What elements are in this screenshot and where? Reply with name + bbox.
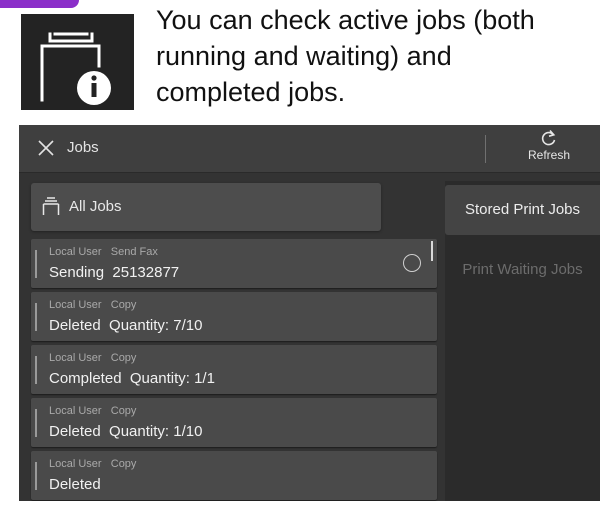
job-meta: Local User Send Fax — [49, 246, 158, 258]
job-list-scrollbar[interactable] — [431, 241, 433, 261]
top-accent-tab — [0, 0, 79, 8]
print-waiting-jobs-tab: Print Waiting Jobs — [462, 261, 583, 278]
job-row[interactable]: Local User Copy Deleted Quantity: 7/10 — [31, 292, 437, 341]
job-row[interactable]: Local User Copy Completed Quantity: 1/1 — [31, 345, 437, 394]
job-row[interactable]: Local User Copy Deleted — [31, 451, 437, 500]
in-progress-spinner-icon — [403, 254, 421, 272]
job-list: Local User Send Fax Sending 25132877 Loc… — [31, 239, 437, 501]
row-indicator — [35, 250, 37, 278]
page-title: Jobs — [67, 139, 99, 156]
close-icon[interactable] — [33, 135, 59, 161]
job-status: Deleted — [49, 476, 101, 493]
jobs-header: Jobs Refresh — [19, 125, 600, 173]
all-jobs-button[interactable]: All Jobs — [31, 183, 381, 231]
job-status-info-icon — [21, 14, 134, 110]
job-row[interactable]: Local User Copy Deleted Quantity: 1/10 — [31, 398, 437, 447]
job-category-list: Stored Print Jobs Print Waiting Jobs — [445, 181, 600, 501]
job-status: Sending 25132877 — [49, 264, 180, 281]
job-status: Deleted Quantity: 1/10 — [49, 423, 203, 440]
row-indicator — [35, 462, 37, 490]
job-stack-icon — [42, 196, 60, 221]
job-status: Deleted Quantity: 7/10 — [49, 317, 203, 334]
job-row[interactable]: Local User Send Fax Sending 25132877 — [31, 239, 437, 288]
jobs-screen: Jobs Refresh All Jobs Stored Print Jobs … — [19, 125, 600, 501]
job-meta: Local User Copy — [49, 458, 137, 470]
row-indicator — [35, 409, 37, 437]
refresh-button[interactable]: Refresh — [509, 128, 589, 170]
job-meta: Local User Copy — [49, 299, 137, 311]
refresh-label: Refresh — [527, 148, 571, 162]
row-indicator — [35, 303, 37, 331]
job-meta: Local User Copy — [49, 405, 137, 417]
description-line: running and waiting) and — [156, 41, 452, 71]
job-meta: Local User Copy — [49, 352, 137, 364]
description-line: You can check active jobs (both — [156, 5, 535, 35]
refresh-icon — [541, 129, 556, 146]
stored-print-jobs-tab[interactable]: Stored Print Jobs — [445, 185, 600, 235]
row-indicator — [35, 356, 37, 384]
all-jobs-label: All Jobs — [69, 198, 122, 215]
header-divider — [485, 135, 486, 163]
description-text: You can check active jobs (both running … — [156, 2, 596, 110]
job-status: Completed Quantity: 1/1 — [49, 370, 215, 387]
description-line: completed jobs. — [156, 77, 346, 107]
